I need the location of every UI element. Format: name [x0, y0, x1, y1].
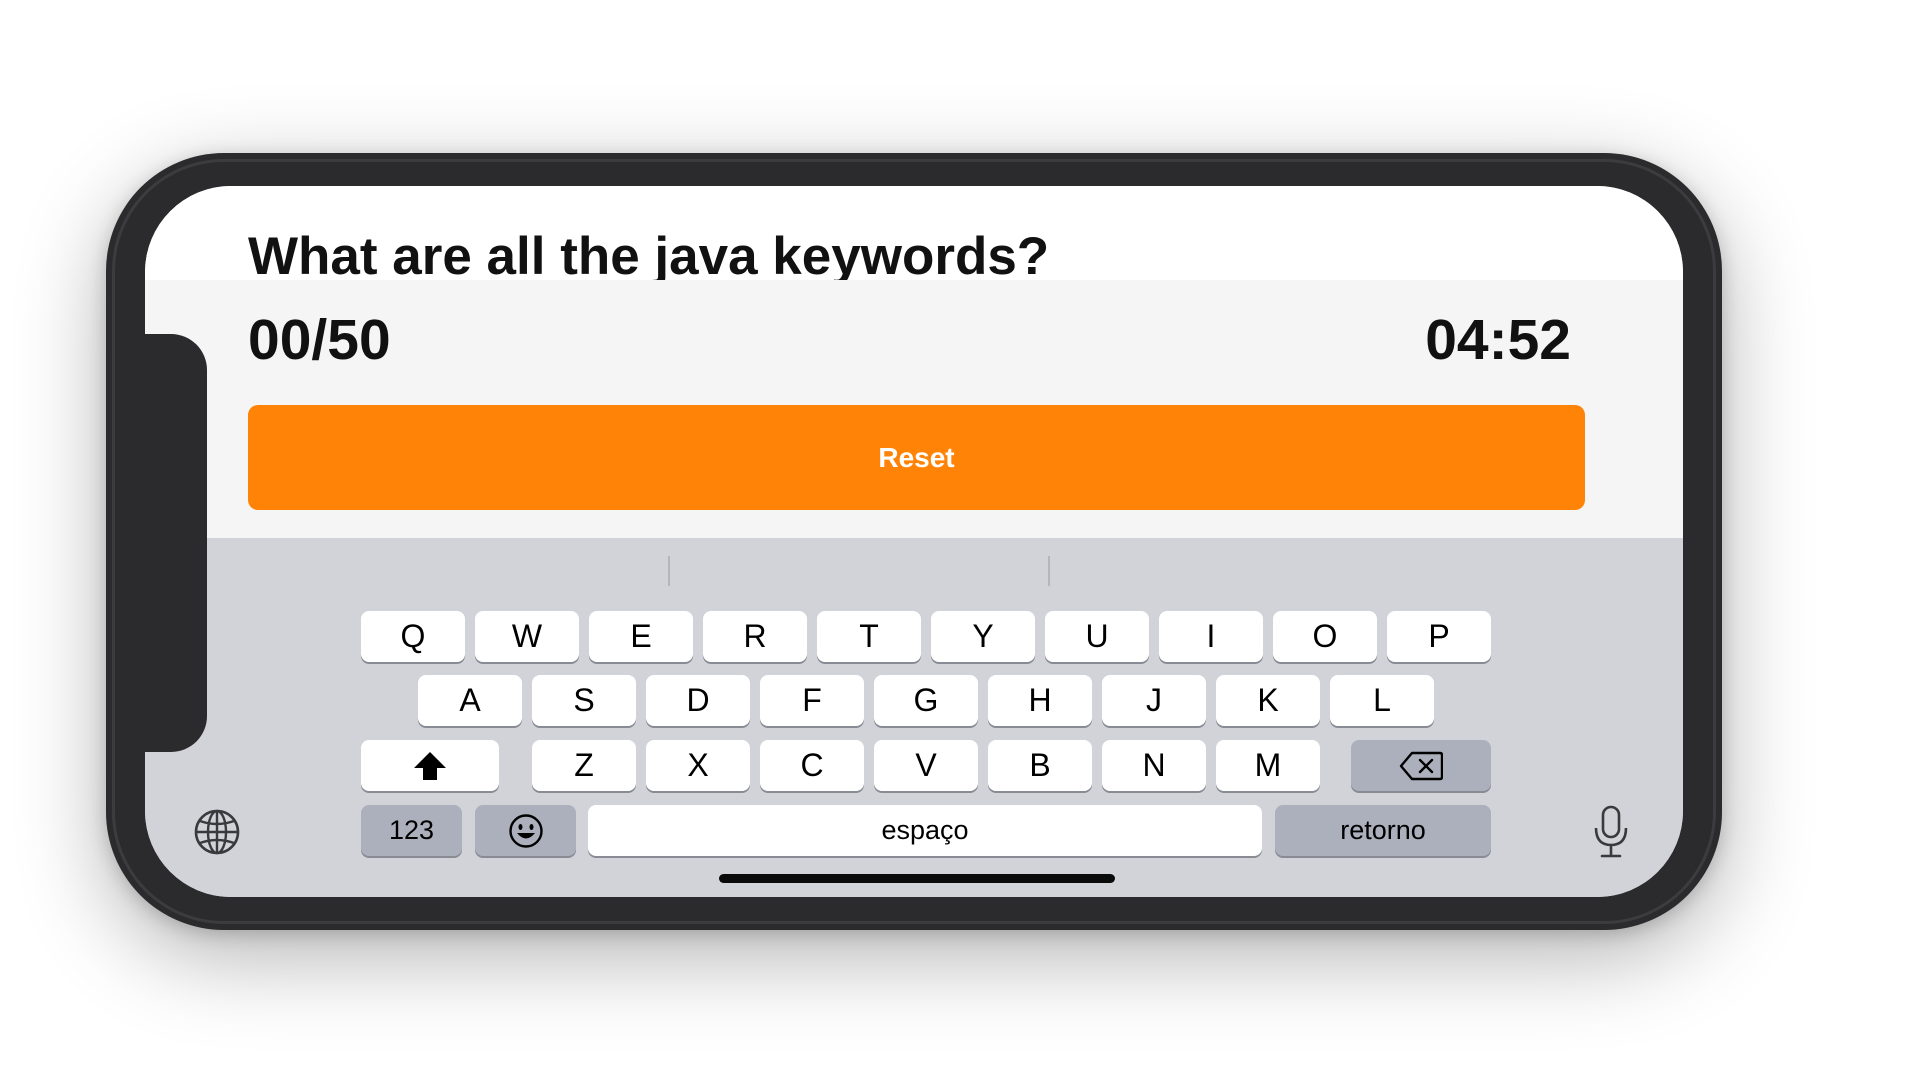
- key-p[interactable]: P: [1387, 611, 1491, 662]
- key-h[interactable]: H: [988, 675, 1092, 726]
- key-o[interactable]: O: [1273, 611, 1377, 662]
- globe-button[interactable]: [191, 806, 243, 858]
- key-k[interactable]: K: [1216, 675, 1320, 726]
- question-text: What are all the java keywords?: [248, 227, 1050, 280]
- numbers-key[interactable]: 123: [361, 805, 462, 856]
- shift-key[interactable]: [361, 740, 499, 791]
- key-m[interactable]: M: [1216, 740, 1320, 791]
- home-indicator[interactable]: [719, 874, 1115, 883]
- key-e[interactable]: E: [589, 611, 693, 662]
- key-s[interactable]: S: [532, 675, 636, 726]
- screen: What are all the java keywords? 00/50 04…: [145, 186, 1683, 897]
- key-w[interactable]: W: [475, 611, 579, 662]
- key-a[interactable]: A: [418, 675, 522, 726]
- emoji-icon: [508, 813, 543, 848]
- key-f[interactable]: F: [760, 675, 864, 726]
- reset-button[interactable]: Reset: [248, 405, 1585, 510]
- phone-frame: What are all the java keywords? 00/50 04…: [106, 153, 1722, 930]
- key-q[interactable]: Q: [361, 611, 465, 662]
- emoji-key[interactable]: [475, 805, 576, 856]
- backspace-icon: [1399, 751, 1443, 780]
- microphone-icon: [1594, 805, 1628, 858]
- key-c[interactable]: C: [760, 740, 864, 791]
- key-y[interactable]: Y: [931, 611, 1035, 662]
- dictation-button[interactable]: [1585, 804, 1637, 858]
- prediction-divider: [1048, 556, 1050, 586]
- key-j[interactable]: J: [1102, 675, 1206, 726]
- on-screen-keyboard: Q W E R T Y U I O P A S D F G H J K L Z …: [145, 538, 1683, 897]
- space-key[interactable]: espaço: [588, 805, 1262, 856]
- key-z[interactable]: Z: [532, 740, 636, 791]
- globe-icon: [194, 809, 240, 855]
- key-d[interactable]: D: [646, 675, 750, 726]
- key-b[interactable]: B: [988, 740, 1092, 791]
- backspace-key[interactable]: [1351, 740, 1491, 791]
- sensor-notch: [145, 334, 207, 752]
- key-r[interactable]: R: [703, 611, 807, 662]
- key-n[interactable]: N: [1102, 740, 1206, 791]
- question-header: What are all the java keywords?: [145, 186, 1683, 280]
- score-counter: 00/50: [248, 308, 391, 372]
- key-g[interactable]: G: [874, 675, 978, 726]
- stage: What are all the java keywords? 00/50 04…: [0, 0, 1920, 1083]
- key-v[interactable]: V: [874, 740, 978, 791]
- key-x[interactable]: X: [646, 740, 750, 791]
- countdown-timer: 04:52: [1425, 308, 1571, 372]
- key-l[interactable]: L: [1330, 675, 1434, 726]
- key-u[interactable]: U: [1045, 611, 1149, 662]
- prediction-divider: [668, 556, 670, 586]
- shift-icon: [414, 751, 446, 780]
- key-t[interactable]: T: [817, 611, 921, 662]
- return-key[interactable]: retorno: [1275, 805, 1491, 856]
- key-i[interactable]: I: [1159, 611, 1263, 662]
